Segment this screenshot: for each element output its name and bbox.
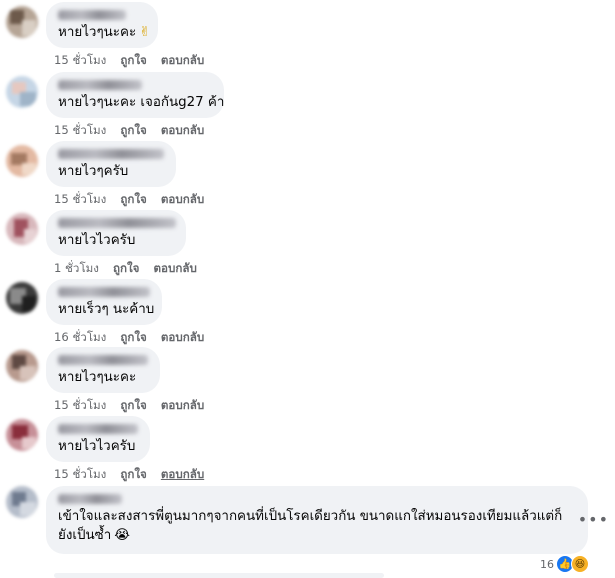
avatar[interactable] xyxy=(6,145,38,177)
reply-button[interactable]: ตอบกลับ xyxy=(161,52,204,70)
like-button[interactable]: ถูกใจ xyxy=(120,122,147,140)
reply-button[interactable]: ตอบกลับ xyxy=(161,122,204,140)
comment-time[interactable]: 15 ชั่วโมง xyxy=(54,191,106,209)
comment-text: หายไวๆนะคะ xyxy=(58,370,137,385)
reply-button[interactable]: ตอบกลับ xyxy=(153,260,196,278)
comment-actions: 15 ชั่วโมง ถูกใจ ตอบกลับ xyxy=(54,122,204,140)
comment-time[interactable]: 16 ชั่วโมง xyxy=(54,329,106,347)
comment-bubble: หายไวไวครับ xyxy=(46,416,150,462)
comment-bubble: หายเร็วๆ นะค้าบ xyxy=(46,279,162,325)
victory-hand-icon: ✌ xyxy=(139,25,151,40)
comment-text: หายไวๆนะคะ เจอกันg27 ค้า xyxy=(58,95,225,110)
comment-actions: 15 ชั่วโมง ถูกใจ ตอบกลับ xyxy=(54,191,204,209)
avatar[interactable] xyxy=(6,282,38,314)
comment-bubble: หายไวๆนะคะ xyxy=(46,347,160,393)
reply-button[interactable]: ตอบกลับ xyxy=(161,329,204,347)
commenter-name[interactable] xyxy=(58,10,126,20)
comment-actions: 1 ชั่วโมง ถูกใจ ตอบกลับ xyxy=(54,260,197,278)
reply-button[interactable]: ตอบกลับ xyxy=(161,191,204,209)
comment-time[interactable]: 1 ชั่วโมง xyxy=(54,260,99,278)
commenter-name[interactable] xyxy=(58,149,164,159)
comment-bubble: หายไวๆนะคะ ✌ xyxy=(46,2,158,48)
comment-actions: 15 ชั่วโมง ถูกใจ ตอบกลับ xyxy=(54,52,204,70)
reaction-summary[interactable]: 16 👍 😆 xyxy=(540,555,589,573)
comment-time[interactable]: 15 ชั่วโมง xyxy=(54,52,106,70)
comment-text: หายไวไวครับ xyxy=(58,233,136,248)
comment-bubble: หายไวไวครับ xyxy=(46,210,186,256)
comment-text: หายไวๆครับ xyxy=(58,164,129,179)
comment-text: หายเร็วๆ นะค้าบ xyxy=(58,302,155,317)
commenter-name[interactable] xyxy=(58,287,150,297)
reply-button[interactable]: ตอบกลับ xyxy=(161,397,204,415)
avatar[interactable] xyxy=(6,419,38,451)
comment-text: เข้าใจและสงสารพี่ตูนมากๆจากคนที่เป็นโรคเ… xyxy=(58,509,563,543)
commenter-name[interactable] xyxy=(58,80,142,90)
avatar[interactable] xyxy=(6,350,38,382)
like-button[interactable]: ถูกใจ xyxy=(120,191,147,209)
comment-bubble: หายไวๆนะคะ เจอกันg27 ค้า xyxy=(46,72,224,118)
like-button[interactable]: ถูกใจ xyxy=(120,466,147,484)
avatar[interactable] xyxy=(6,213,38,245)
reaction-count: 16 xyxy=(540,557,554,571)
like-button[interactable]: ถูกใจ xyxy=(120,329,147,347)
commenter-name[interactable] xyxy=(58,355,148,365)
comment-text: หายไวไวครับ xyxy=(58,439,136,454)
reply-button[interactable]: ตอบกลับ xyxy=(161,466,204,484)
commenter-name[interactable] xyxy=(58,494,122,504)
comment-actions: 15 ชั่วโมง ถูกใจ ตอบกลับ xyxy=(54,397,204,415)
like-button[interactable]: ถูกใจ xyxy=(113,260,140,278)
more-horizontal-icon[interactable]: ••• xyxy=(578,510,609,529)
like-button[interactable]: ถูกใจ xyxy=(120,397,147,415)
haha-reaction-icon: 😆 xyxy=(571,555,589,573)
comment-time[interactable]: 15 ชั่วโมง xyxy=(54,122,106,140)
comment-actions: 15 ชั่วโมง ถูกใจ ตอบกลับ xyxy=(54,466,204,484)
comment-actions: 16 ชั่วโมง ถูกใจ ตอบกลับ xyxy=(54,329,204,347)
comment-text: หายไวๆนะคะ ✌ xyxy=(58,25,151,40)
avatar[interactable] xyxy=(6,6,38,38)
comment-time[interactable]: 15 ชั่วโมง xyxy=(54,397,106,415)
avatar[interactable] xyxy=(6,76,38,108)
commenter-name[interactable] xyxy=(58,424,138,434)
like-button[interactable]: ถูกใจ xyxy=(120,52,147,70)
comment-time[interactable]: 15 ชั่วโมง xyxy=(54,466,106,484)
crying-face-icon: 😭 xyxy=(114,528,130,543)
commenter-name[interactable] xyxy=(58,218,176,228)
comment-bubble: หายไวๆครับ xyxy=(46,141,176,187)
avatar[interactable] xyxy=(6,486,38,518)
next-comment-edge xyxy=(54,573,384,578)
comment-bubble: เข้าใจและสงสารพี่ตูนมากๆจากคนที่เป็นโรคเ… xyxy=(46,486,588,554)
